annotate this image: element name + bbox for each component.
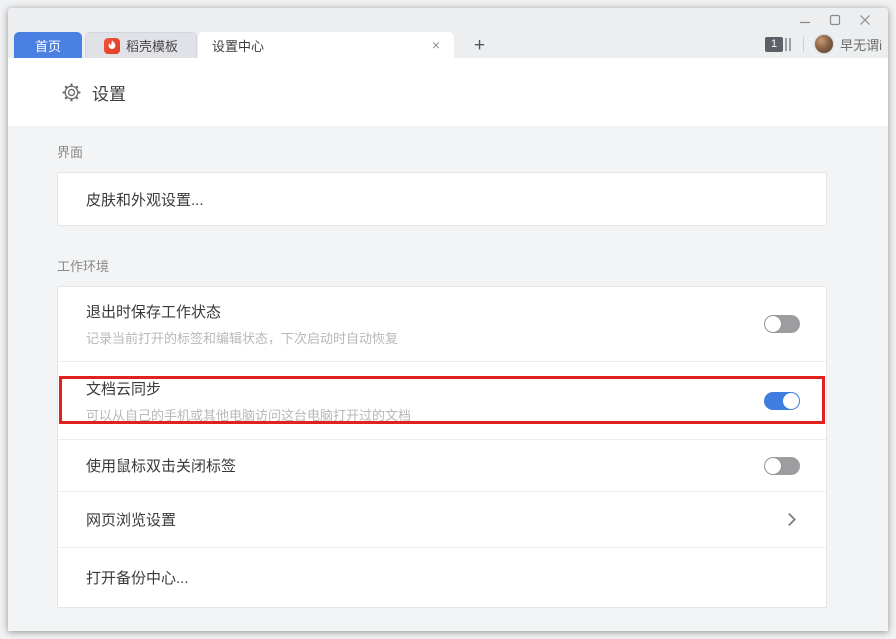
section-label-interface: 界面 bbox=[57, 126, 827, 161]
desktop-background: 首页 稻壳模板 设置中心 × + 1 早无谓i bbox=[0, 0, 896, 639]
tab-docer-label: 稻壳模板 bbox=[126, 36, 178, 55]
tab-home[interactable]: 首页 bbox=[14, 32, 82, 58]
toggle-knob bbox=[765, 316, 781, 332]
row-double-click-close-tab[interactable]: 使用鼠标双击关闭标签 bbox=[58, 439, 826, 491]
tab-settings-label: 设置中心 bbox=[212, 36, 264, 55]
section-label-components: 组件管理 bbox=[57, 608, 827, 631]
divider bbox=[803, 37, 804, 52]
tabbar-right-cluster: 1 早无谓i bbox=[765, 32, 882, 56]
tab-list-icon[interactable] bbox=[785, 38, 791, 51]
row-subtitle: 记录当前打开的标签和编辑状态，下次启动时自动恢复 bbox=[86, 328, 764, 347]
user-avatar[interactable] bbox=[814, 34, 834, 54]
work-env-card: 退出时保存工作状态 记录当前打开的标签和编辑状态，下次启动时自动恢复 文档云同步… bbox=[57, 286, 827, 608]
gear-icon bbox=[62, 83, 81, 102]
close-button[interactable] bbox=[850, 10, 880, 30]
section-label-work-env: 工作环境 bbox=[57, 226, 827, 275]
toggle-knob bbox=[783, 393, 799, 409]
new-tab-button[interactable]: + bbox=[468, 36, 491, 55]
tab-settings-center[interactable]: 设置中心 × bbox=[198, 32, 454, 58]
row-title: 退出时保存工作状态 bbox=[86, 301, 764, 322]
row-web-browsing-settings[interactable]: 网页浏览设置 bbox=[58, 491, 826, 547]
row-title: 使用鼠标双击关闭标签 bbox=[86, 455, 764, 476]
tab-home-label: 首页 bbox=[35, 36, 61, 55]
double-click-close-toggle[interactable] bbox=[764, 457, 800, 475]
row-title: 皮肤和外观设置... bbox=[86, 189, 800, 210]
user-name[interactable]: 早无谓i bbox=[840, 35, 882, 54]
settings-page: 设置 界面 皮肤和外观设置... 工作环境 退出时保存工作状态 bbox=[8, 58, 888, 631]
minimize-button[interactable] bbox=[790, 10, 820, 30]
row-title: 文档云同步 bbox=[86, 378, 764, 399]
page-title: 设置 bbox=[92, 80, 126, 105]
app-window: 首页 稻壳模板 设置中心 × + 1 早无谓i bbox=[8, 8, 888, 631]
row-skin-appearance[interactable]: 皮肤和外观设置... bbox=[58, 173, 826, 225]
row-open-backup-center[interactable]: 打开备份中心... bbox=[58, 547, 826, 607]
interface-card: 皮肤和外观设置... bbox=[57, 172, 827, 226]
cloud-sync-toggle[interactable] bbox=[764, 392, 800, 410]
row-document-cloud-sync[interactable]: 文档云同步 可以从自己的手机或其他电脑访问这台电脑打开过的文档 bbox=[58, 361, 826, 439]
row-title: 网页浏览设置 bbox=[86, 509, 783, 530]
page-header: 设置 bbox=[8, 58, 888, 126]
tab-docer-templates[interactable]: 稻壳模板 bbox=[85, 32, 197, 58]
toggle-knob bbox=[765, 458, 781, 474]
row-title: 打开备份中心... bbox=[86, 567, 800, 588]
settings-body: 界面 皮肤和外观设置... 工作环境 退出时保存工作状态 记录当前打开的标签和编… bbox=[8, 126, 888, 631]
row-subtitle: 可以从自己的手机或其他电脑访问这台电脑打开过的文档 bbox=[86, 405, 764, 424]
maximize-button[interactable] bbox=[820, 10, 850, 30]
docer-flame-icon bbox=[104, 38, 120, 54]
tab-bar: 首页 稻壳模板 设置中心 × + 1 早无谓i bbox=[8, 32, 888, 58]
tab-close-icon[interactable]: × bbox=[428, 36, 444, 54]
row-save-state-on-exit[interactable]: 退出时保存工作状态 记录当前打开的标签和编辑状态，下次启动时自动恢复 bbox=[58, 287, 826, 361]
tab-count-badge[interactable]: 1 bbox=[765, 37, 783, 52]
save-state-toggle[interactable] bbox=[764, 315, 800, 333]
chevron-right-icon bbox=[783, 511, 800, 528]
title-bar bbox=[8, 8, 888, 32]
